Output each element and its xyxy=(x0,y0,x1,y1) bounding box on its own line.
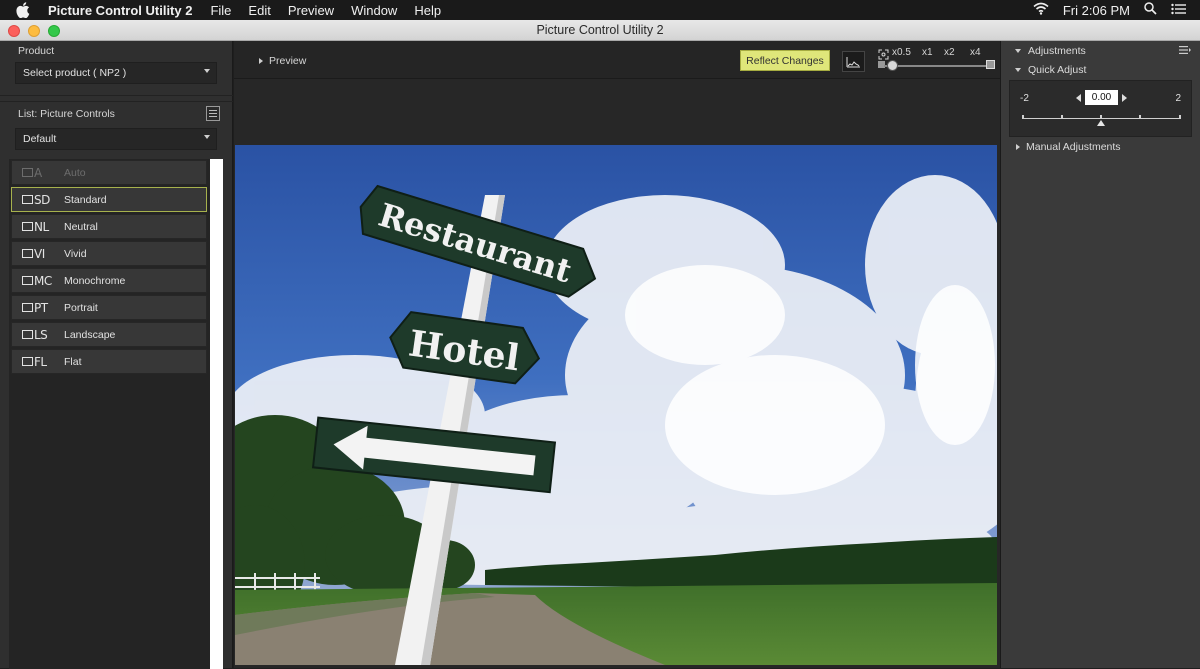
zoom-slider-track[interactable] xyxy=(884,65,986,67)
reflect-changes-button[interactable]: Reflect Changes xyxy=(740,50,830,71)
notification-list-icon[interactable] xyxy=(1171,3,1186,18)
zoom-option-x4[interactable]: x4 xyxy=(970,47,981,58)
menu-window[interactable]: Window xyxy=(351,3,397,18)
picture-control-item-vivid[interactable]: VI Vivid xyxy=(11,241,207,266)
menu-preview[interactable]: Preview xyxy=(288,3,334,18)
list-item-label: Flat xyxy=(64,355,82,368)
list-item-label: Standard xyxy=(64,193,107,206)
list-item-label: Landscape xyxy=(64,328,116,341)
picture-control-item-monochrome[interactable]: MC Monochrome xyxy=(11,268,207,293)
right-panel: Adjustments Quick Adjust -2 2 0.00 Manua… xyxy=(1000,41,1200,668)
slider-tick xyxy=(1100,115,1102,119)
list-scrollbar[interactable] xyxy=(210,159,223,669)
list-item-label: Neutral xyxy=(64,220,98,233)
quick-adjust-label: Quick Adjust xyxy=(1028,63,1087,76)
product-label: Product xyxy=(18,45,55,57)
quick-adjust-min: -2 xyxy=(1020,93,1029,104)
list-dropdown-value: Default xyxy=(23,133,57,145)
photo-viewport: Restaurant Hotel xyxy=(234,79,1000,668)
list-item-label: Auto xyxy=(64,166,86,179)
slider-tick xyxy=(1022,115,1024,119)
quick-adjust-control: -2 2 0.00 xyxy=(1009,80,1192,137)
slider-tick xyxy=(1139,115,1141,119)
histogram-icon xyxy=(846,57,860,68)
quick-adjust-max: 2 xyxy=(1175,93,1181,104)
picture-control-item-neutral[interactable]: NL Neutral xyxy=(11,214,207,239)
zoom-button[interactable] xyxy=(48,25,60,37)
triangle-right-icon xyxy=(1016,143,1020,150)
list-item-label: Vivid xyxy=(64,247,87,260)
menu-edit[interactable]: Edit xyxy=(248,3,270,18)
list-item-label: Monochrome xyxy=(64,274,126,287)
list-item-label: Portrait xyxy=(64,301,98,314)
minimize-button[interactable] xyxy=(28,25,40,37)
portrait-icon: PT xyxy=(22,301,53,315)
preview-label: Preview xyxy=(269,55,307,67)
auto-icon: A xyxy=(22,166,53,180)
left-panel: Product Select product ( NP2 ) List: Pic… xyxy=(0,41,233,669)
chevron-down-icon xyxy=(204,135,210,139)
divider xyxy=(0,95,233,96)
picture-control-list: A Auto SD Standard NL Neutral VI Vivid M… xyxy=(9,159,223,669)
apple-icon[interactable] xyxy=(16,2,34,18)
clock[interactable]: Fri 2:06 PM xyxy=(1063,3,1130,18)
adjustments-label: Adjustments xyxy=(1028,44,1086,57)
manual-adjustments-header[interactable]: Manual Adjustments xyxy=(1001,137,1200,156)
search-icon[interactable] xyxy=(1144,2,1157,18)
quick-adjust-value[interactable]: 0.00 xyxy=(1085,90,1118,105)
neutral-icon: NL xyxy=(22,220,53,234)
manual-adjustments-label: Manual Adjustments xyxy=(1026,140,1121,153)
wifi-icon[interactable] xyxy=(1033,2,1049,18)
decrement-icon[interactable] xyxy=(1076,94,1081,102)
preview-photo: Restaurant Hotel xyxy=(235,145,997,665)
landscape-icon: LS xyxy=(22,328,53,342)
zoom-option-x1[interactable]: x1 xyxy=(922,47,933,58)
zoom-option-x05[interactable]: x0.5 xyxy=(892,47,911,58)
quick-adjust-knob[interactable] xyxy=(1097,120,1105,126)
panel-menu-icon[interactable] xyxy=(1179,45,1191,58)
adjustments-header[interactable]: Adjustments xyxy=(1001,41,1200,60)
increment-icon[interactable] xyxy=(1122,94,1127,102)
list-dropdown[interactable]: Default xyxy=(15,128,217,150)
product-dropdown[interactable]: Select product ( NP2 ) xyxy=(15,62,217,84)
list-options-icon[interactable] xyxy=(206,106,220,121)
picture-control-item-standard[interactable]: SD Standard xyxy=(11,187,207,212)
picture-control-item-auto[interactable]: A Auto xyxy=(11,160,207,185)
monochrome-icon: MC xyxy=(22,274,53,288)
zoom-control: x0.5 x1 x2 x4 xyxy=(878,45,996,75)
window-title-bar: Picture Control Utility 2 xyxy=(0,20,1200,41)
picture-control-item-flat[interactable]: FL Flat xyxy=(11,349,207,374)
quick-adjust-header[interactable]: Quick Adjust xyxy=(1001,60,1200,79)
menu-file[interactable]: File xyxy=(210,3,231,18)
preview-toggle[interactable]: Preview xyxy=(259,55,306,67)
slider-tick xyxy=(1179,115,1181,119)
menu-bar: Picture Control Utility 2 File Edit Prev… xyxy=(0,0,1200,20)
app-name-menu[interactable]: Picture Control Utility 2 xyxy=(48,3,192,18)
zoom-option-x2[interactable]: x2 xyxy=(944,47,955,58)
slider-tick xyxy=(1061,115,1063,119)
chevron-down-icon xyxy=(204,69,210,73)
flat-icon: FL xyxy=(22,355,53,369)
standard-icon: SD xyxy=(22,193,53,207)
menu-help[interactable]: Help xyxy=(414,3,441,18)
divider xyxy=(0,101,233,102)
list-label: List: Picture Controls xyxy=(18,108,115,120)
vivid-icon: VI xyxy=(22,247,53,261)
triangle-down-icon xyxy=(1015,48,1021,53)
zoom-slider-knob[interactable] xyxy=(887,60,898,71)
zoom-in-icon[interactable] xyxy=(986,60,995,69)
window-title: Picture Control Utility 2 xyxy=(536,23,664,37)
preview-area: Preview Reflect Changes x0.5 x1 x2 x4 Re… xyxy=(234,41,1000,668)
picture-control-item-landscape[interactable]: LS Landscape xyxy=(11,322,207,347)
preview-toolbar: Preview Reflect Changes x0.5 x1 x2 x4 xyxy=(234,41,1000,79)
triangle-right-icon xyxy=(259,58,263,64)
product-dropdown-value: Select product ( NP2 ) xyxy=(23,67,127,79)
triangle-down-icon xyxy=(1015,67,1021,72)
histogram-button[interactable] xyxy=(842,51,865,72)
close-button[interactable] xyxy=(8,25,20,37)
picture-control-item-portrait[interactable]: PT Portrait xyxy=(11,295,207,320)
